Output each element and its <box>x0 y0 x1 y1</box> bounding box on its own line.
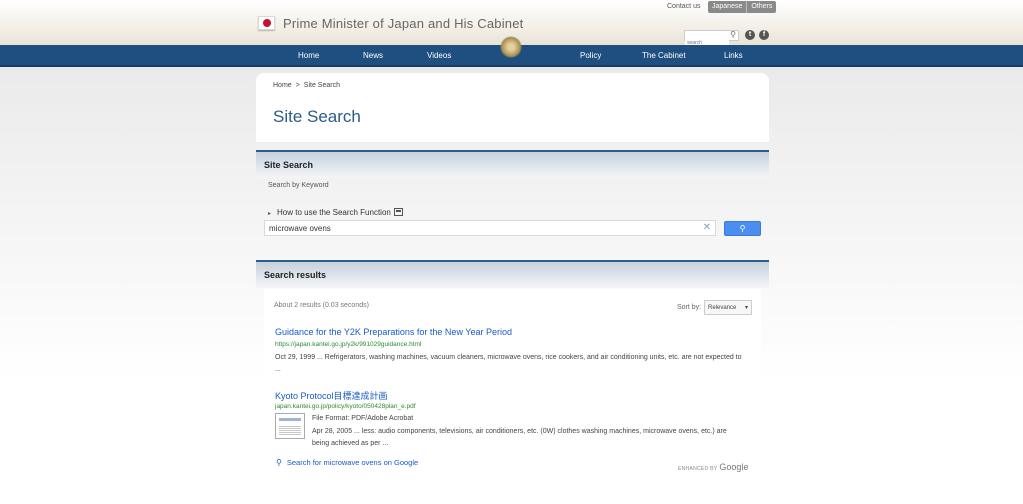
howto-link[interactable]: ▸ How to use the Search Function <box>268 208 403 217</box>
result-title[interactable]: Guidance for the Y2K Preparations for th… <box>275 327 512 337</box>
search-results-panel-header: Search results <box>256 260 769 288</box>
breadcrumb-separator: > <box>295 82 300 89</box>
nav-home[interactable]: Home <box>298 51 319 60</box>
search-icon[interactable]: ⚲ <box>730 30 736 39</box>
result-url: japan.kantei.go.jp/policy/kyoto/050428pl… <box>275 403 416 410</box>
new-window-icon <box>393 208 403 216</box>
google-search-link-label[interactable]: Search for microwave ovens on Google <box>287 458 418 467</box>
result-url: https://japan.kantei.go.jp/y2k/991029gui… <box>275 341 422 348</box>
breadcrumb-current: Site Search <box>303 82 340 89</box>
page-title: Site Search <box>273 107 361 126</box>
result-snippet: Apr 28, 2005 ... less: audio components,… <box>312 428 727 447</box>
nav-news[interactable]: News <box>363 51 383 60</box>
lang-others-button[interactable]: Others <box>746 1 776 13</box>
nav-policy[interactable]: Policy <box>580 51 601 60</box>
chevron-down-icon: ▾ <box>744 305 748 311</box>
result-count: About 2 results (0.03 seconds) <box>274 302 369 309</box>
site-title[interactable]: Prime Minister of Japan and His Cabinet <box>283 16 523 31</box>
enhanced-by-label: ENHANCED BY <box>678 466 718 472</box>
result-file-format: File Format: PDF/Adobe Acrobat <box>312 415 414 422</box>
paulownia-emblem-icon[interactable] <box>500 36 522 58</box>
site-search-panel-header: Site Search <box>256 150 769 178</box>
search-results-heading: Search results <box>264 270 327 280</box>
google-search-link[interactable]: ⚲ Search for microwave ovens on Google <box>276 458 418 467</box>
language-switcher: Japanese Others <box>708 1 777 13</box>
result-snippet: Oct 29, 1999 ... Refrigerators, washing … <box>275 354 742 373</box>
enhanced-by-google[interactable]: ENHANCED BY Google <box>678 457 748 475</box>
result-title[interactable]: Kyoto Protocol目標達成計画 <box>275 389 388 402</box>
bullet-icon: ▸ <box>268 211 272 217</box>
page-title-card: Home > Site Search Site Search <box>256 73 769 142</box>
nav-videos[interactable]: Videos <box>427 51 451 60</box>
header-search: ⚲ <box>684 30 739 48</box>
twitter-icon[interactable]: t <box>745 30 755 40</box>
keyword-label: Search by Keyword <box>268 182 329 189</box>
search-box: ✕ <box>264 220 716 236</box>
sort-label: Sort by: <box>677 304 702 311</box>
search-button[interactable]: ⚲ <box>724 221 761 236</box>
nav-links[interactable]: Links <box>724 51 743 60</box>
breadcrumb: Home > Site Search <box>273 82 340 89</box>
contact-link[interactable]: Contact us <box>667 3 700 10</box>
nav-the-cabinet[interactable]: The Cabinet <box>642 51 686 60</box>
sort-select[interactable]: Relevance ▾ <box>704 300 752 315</box>
search-icon: ⚲ <box>276 458 282 467</box>
japan-flag-icon <box>258 16 275 30</box>
sort-select-value: Relevance <box>708 305 737 311</box>
search-input[interactable] <box>269 223 689 234</box>
lang-japanese-button[interactable]: Japanese <box>708 1 746 13</box>
pdf-thumbnail[interactable] <box>275 413 305 439</box>
facebook-icon[interactable]: f <box>759 30 769 40</box>
breadcrumb-home[interactable]: Home <box>273 82 292 89</box>
site-search-heading: Site Search <box>264 160 314 170</box>
google-logo: Google <box>719 462 749 472</box>
clear-icon[interactable]: ✕ <box>703 222 711 233</box>
search-icon: ⚲ <box>739 224 746 233</box>
howto-link-label[interactable]: How to use the Search Function <box>277 208 391 217</box>
